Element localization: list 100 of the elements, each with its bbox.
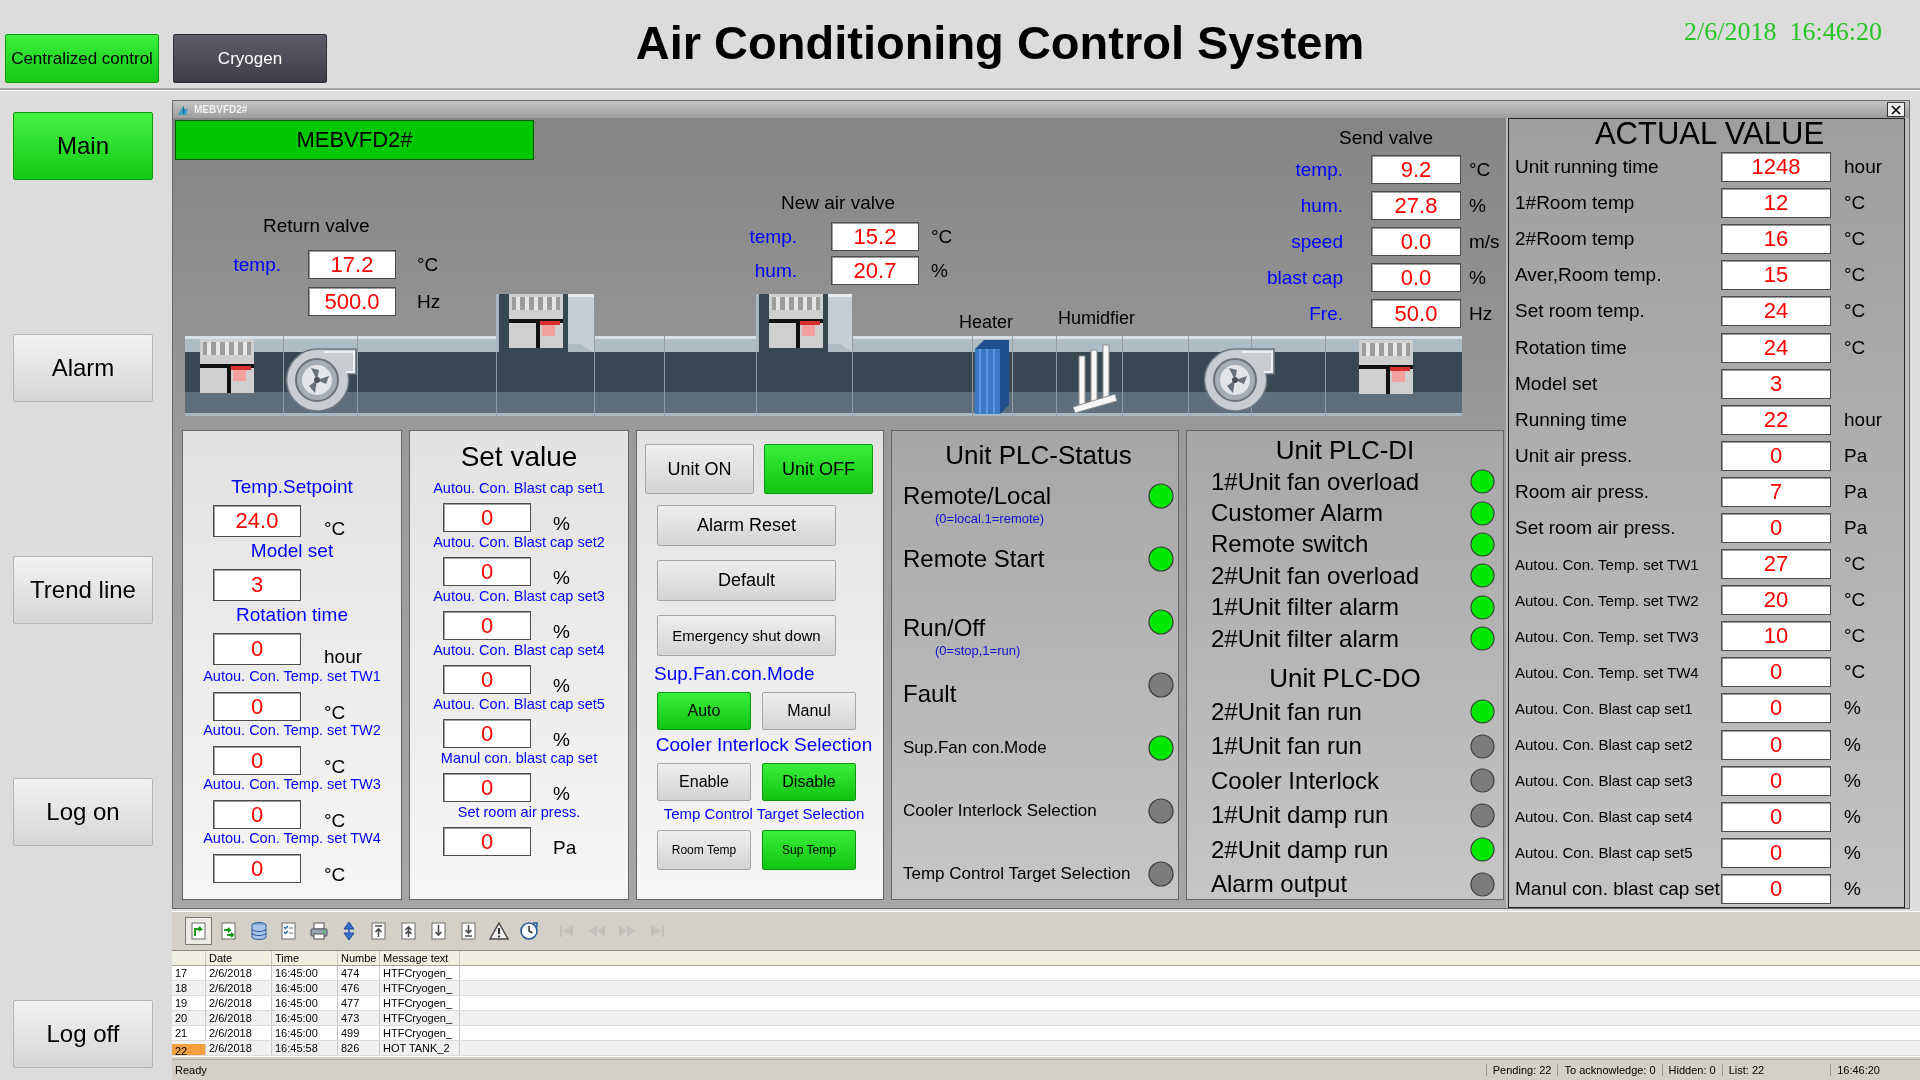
signal-label: Customer Alarm — [1211, 499, 1384, 528]
setpoint-field[interactable]: 0 — [213, 633, 301, 665]
setpoint-field[interactable]: 0 — [443, 665, 531, 694]
sidebar-button[interactable]: Trend line — [13, 556, 153, 624]
alarm-row[interactable]: 22 2/6/2018 16:45:58 826 HOT TANK_2 — [172, 1041, 1920, 1056]
reading-label: Autou. Con. Temp. set TW2 — [1515, 591, 1699, 609]
value-display: 27 — [1721, 549, 1831, 580]
setpoint-field[interactable]: 0 — [213, 800, 301, 829]
app-title: Air Conditioning Control System — [635, 16, 1365, 70]
value-display: 7 — [1721, 476, 1831, 507]
setpoint-label: Autou. Con. Blast cap set1 — [433, 479, 605, 497]
alarm-row[interactable]: 20 2/6/2018 16:45:00 473 HTFCryogen_ — [172, 1011, 1920, 1026]
selector-label: Temp Control Target Selection — [663, 804, 865, 824]
setpoint-field[interactable]: 0 — [443, 557, 531, 586]
signal-label: 1#Unit damp run — [1211, 801, 1389, 830]
signal-label: 2#Unit fan run — [1211, 697, 1362, 726]
action-button[interactable]: Default — [657, 560, 836, 601]
mode-tab[interactable]: Centralized control — [5, 34, 159, 83]
option-button[interactable]: Manul — [762, 692, 856, 730]
database-icon — [248, 921, 269, 941]
action-button[interactable]: Emergency shut down — [657, 615, 836, 656]
table-cell: HTFCryogen_ — [383, 997, 453, 1009]
reading-label: Unit running time — [1515, 156, 1659, 179]
value-display: 0 — [1721, 801, 1831, 832]
option-button[interactable]: Auto — [657, 692, 751, 730]
unit-label: % — [1469, 266, 1486, 289]
riser-side-panel-drawing — [828, 294, 852, 352]
table-cell: 16:45:00 — [275, 1027, 318, 1039]
action-button[interactable]: Alarm Reset — [657, 505, 836, 546]
reading-label: temp. — [749, 225, 797, 248]
table-cell: 2/6/2018 — [209, 1027, 252, 1039]
unit-toggle-button[interactable]: Unit ON — [645, 444, 754, 494]
setpoint-label: Set room air press. — [457, 803, 581, 821]
setpoint-field[interactable]: 0 — [443, 611, 531, 640]
toolbar-button[interactable] — [185, 917, 212, 945]
unit-toggle-button[interactable]: Unit OFF — [764, 444, 873, 494]
setpoint-field[interactable]: 0 — [443, 773, 531, 802]
panel-title: Set value — [460, 440, 578, 474]
unit-label: °C — [1844, 336, 1866, 359]
value-display: 1248 — [1721, 152, 1831, 183]
unit-label: °C — [1469, 158, 1491, 181]
table-cell: HTFCryogen_ — [383, 967, 453, 979]
setpoint-field[interactable]: 0 — [443, 827, 531, 856]
option-button[interactable]: Enable — [657, 763, 751, 801]
sidebar-button[interactable]: Log off — [13, 1000, 153, 1068]
unit-banner: MEBVFD2# — [175, 120, 534, 160]
unit-label: % — [1844, 841, 1861, 864]
reading-label: Autou. Con. Blast cap set3 — [1515, 772, 1693, 790]
table-cell: HOT TANK_2 — [383, 1042, 450, 1054]
reading-label: 1#Room temp — [1515, 192, 1635, 215]
panel-title: ACTUAL VALUE — [1594, 119, 1825, 149]
signal-label: 1#Unit filter alarm — [1211, 593, 1400, 622]
setpoint-field[interactable]: 24.0 — [213, 505, 301, 537]
unit-label: °C — [324, 702, 346, 724]
table-cell: 2/6/2018 — [209, 1012, 252, 1024]
status-label: Sup.Fan con.Mode — [903, 737, 1047, 759]
value-display: 20 — [1721, 585, 1831, 616]
mode-tab[interactable]: Cryogen — [173, 34, 327, 83]
option-button[interactable]: Sup Temp — [762, 830, 856, 870]
table-cell: 16:45:00 — [275, 997, 318, 1009]
unit-label: Pa — [553, 837, 577, 859]
alarm-row[interactable]: 18 2/6/2018 16:45:00 476 HTFCryogen_ — [172, 981, 1920, 996]
value-display: 15 — [1721, 260, 1831, 291]
table-cell: 477 — [341, 997, 360, 1009]
setpoint-label: Autou. Con. Blast cap set2 — [433, 533, 605, 551]
unit-label: °C — [417, 253, 439, 276]
sidebar-button[interactable]: Main — [13, 112, 153, 180]
sidebar-button[interactable]: Alarm — [13, 334, 153, 402]
reading-label: hum. — [754, 259, 797, 282]
component-label: Heater — [959, 311, 1014, 333]
column-header: Message text — [383, 952, 449, 964]
table-cell: 16:45:00 — [275, 982, 318, 994]
table-cell: HTFCryogen_ — [383, 1027, 453, 1039]
option-button[interactable]: Disable — [762, 763, 856, 801]
setpoint-label: Autou. Con. Temp. set TW3 — [203, 775, 381, 793]
value-display: 12 — [1721, 188, 1831, 219]
unit-label: °C — [324, 864, 346, 886]
heater-icon — [975, 340, 1009, 414]
setpoint-label: Autou. Con. Blast cap set4 — [433, 641, 605, 659]
value-display: 0 — [1721, 513, 1831, 543]
unit-label: Hz — [417, 290, 441, 313]
setpoint-field[interactable]: 0 — [213, 854, 301, 883]
status-label: Fault — [903, 679, 957, 709]
sidebar-button[interactable]: Log on — [13, 778, 153, 846]
setpoint-field[interactable]: 0 — [213, 746, 301, 775]
unit-label: % — [553, 513, 570, 535]
close-button[interactable] — [1887, 102, 1905, 117]
setpoint-field[interactable]: 0 — [443, 503, 531, 532]
option-button[interactable]: Room Temp — [657, 830, 751, 870]
setpoint-field[interactable]: 3 — [213, 569, 301, 601]
reading-label: Rotation time — [1515, 336, 1627, 359]
value-display: 3 — [1721, 368, 1831, 399]
table-cell: 2/6/2018 — [209, 982, 252, 994]
value-display: 27.8 — [1371, 191, 1461, 220]
signal-label: 1#Unit fan run — [1211, 732, 1362, 761]
unit-label: Pa — [1844, 444, 1868, 467]
clock-icon — [518, 921, 539, 941]
value-display: 16 — [1721, 224, 1831, 255]
setpoint-field[interactable]: 0 — [213, 692, 301, 721]
setpoint-field[interactable]: 0 — [443, 719, 531, 748]
